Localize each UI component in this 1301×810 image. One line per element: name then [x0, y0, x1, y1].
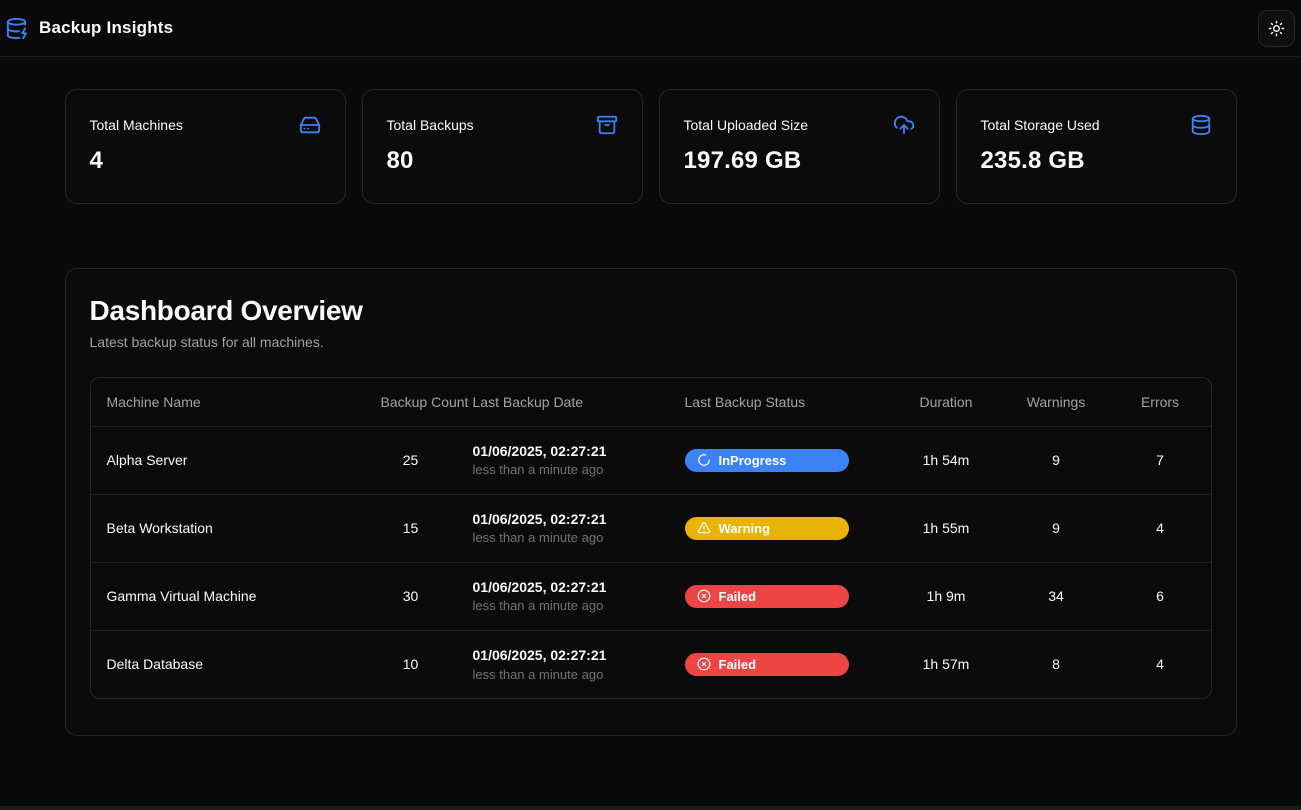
page-subtitle: Latest backup status for all machines. [90, 334, 1212, 350]
status-cell: Failed [669, 630, 889, 698]
circle-x-icon [697, 657, 711, 671]
machine-name-cell: Gamma Virtual Machine [91, 562, 365, 630]
machine-name-cell: Alpha Server [91, 426, 365, 494]
circle-x-icon [697, 589, 711, 603]
status-cell: InProgress [669, 426, 889, 494]
stat-card-total-uploaded-size: Total Uploaded Size 197.69 GB [659, 89, 940, 204]
errors-cell: 4 [1109, 630, 1212, 698]
stat-label: Total Machines [90, 117, 183, 133]
machine-name-cell: Delta Database [91, 630, 365, 698]
brand: Backup Insights [5, 17, 173, 40]
backup-count-cell: 25 [365, 426, 457, 494]
hard-drive-icon [299, 114, 321, 136]
column-header-backup-count: Backup Count [365, 378, 457, 426]
page-title: Dashboard Overview [90, 295, 1212, 327]
table-row: Beta Workstation 15 01/06/2025, 02:27:21… [91, 494, 1212, 562]
dashboard-overview-card: Dashboard Overview Latest backup status … [65, 268, 1237, 736]
duration-cell: 1h 55m [889, 494, 1004, 562]
status-badge-label: InProgress [719, 453, 787, 468]
stats-grid: Total Machines 4 Total Backups 80 [65, 89, 1237, 204]
sun-icon [1268, 20, 1285, 37]
backup-date-relative: less than a minute ago [473, 530, 653, 545]
duration-cell: 1h 57m [889, 630, 1004, 698]
stat-card-total-storage-used: Total Storage Used 235.8 GB [956, 89, 1237, 204]
errors-cell: 6 [1109, 562, 1212, 630]
column-header-errors: Errors [1109, 378, 1212, 426]
backup-count-cell: 10 [365, 630, 457, 698]
table-row: Delta Database 10 01/06/2025, 02:27:21 l… [91, 630, 1212, 698]
backup-date: 01/06/2025, 02:27:21 [473, 511, 653, 529]
status-cell: Failed [669, 562, 889, 630]
warnings-cell: 9 [1004, 494, 1109, 562]
backup-date: 01/06/2025, 02:27:21 [473, 579, 653, 597]
backup-date-relative: less than a minute ago [473, 667, 653, 682]
column-header-last-backup-status: Last Backup Status [669, 378, 889, 426]
status-badge: Failed [685, 653, 849, 676]
last-backup-date-cell: 01/06/2025, 02:27:21 less than a minute … [457, 630, 669, 698]
stat-value: 235.8 GB [981, 147, 1212, 175]
stat-label: Total Storage Used [981, 117, 1100, 133]
database-icon [1190, 114, 1212, 136]
status-cell: Warning [669, 494, 889, 562]
backup-date-relative: less than a minute ago [473, 462, 653, 477]
machine-name-cell: Beta Workstation [91, 494, 365, 562]
theme-toggle-button[interactable] [1258, 10, 1295, 47]
archive-icon [596, 114, 618, 136]
cloud-upload-icon [893, 114, 915, 136]
app-title: Backup Insights [39, 18, 173, 38]
table-header-row: Machine Name Backup Count Last Backup Da… [91, 378, 1212, 426]
duration-cell: 1h 54m [889, 426, 1004, 494]
backup-count-cell: 15 [365, 494, 457, 562]
status-badge-label: Warning [719, 521, 771, 536]
column-header-machine-name: Machine Name [91, 378, 365, 426]
database-zap-icon [5, 17, 28, 40]
warnings-cell: 8 [1004, 630, 1109, 698]
backup-date: 01/06/2025, 02:27:21 [473, 443, 653, 461]
errors-cell: 7 [1109, 426, 1212, 494]
errors-cell: 4 [1109, 494, 1212, 562]
last-backup-date-cell: 01/06/2025, 02:27:21 less than a minute … [457, 426, 669, 494]
spinner-icon [697, 453, 711, 467]
stat-value: 197.69 GB [684, 147, 915, 175]
main-content: Total Machines 4 Total Backups 80 [65, 57, 1237, 736]
warnings-cell: 34 [1004, 562, 1109, 630]
backup-count-cell: 30 [365, 562, 457, 630]
table-row: Gamma Virtual Machine 30 01/06/2025, 02:… [91, 562, 1212, 630]
column-header-last-backup-date: Last Backup Date [457, 378, 669, 426]
status-badge: Warning [685, 517, 849, 540]
stat-value: 4 [90, 147, 321, 175]
alert-triangle-icon [697, 521, 711, 535]
stat-card-total-backups: Total Backups 80 [362, 89, 643, 204]
status-badge: InProgress [685, 449, 849, 472]
last-backup-date-cell: 01/06/2025, 02:27:21 less than a minute … [457, 494, 669, 562]
backup-date-relative: less than a minute ago [473, 598, 653, 613]
column-header-duration: Duration [889, 378, 1004, 426]
backup-status-table: Machine Name Backup Count Last Backup Da… [90, 377, 1212, 699]
table-row: Alpha Server 25 01/06/2025, 02:27:21 les… [91, 426, 1212, 494]
stat-value: 80 [387, 147, 618, 175]
status-badge-label: Failed [719, 657, 757, 672]
stat-label: Total Uploaded Size [684, 117, 809, 133]
duration-cell: 1h 9m [889, 562, 1004, 630]
horizontal-scrollbar[interactable] [0, 806, 1301, 810]
status-badge: Failed [685, 585, 849, 608]
app-header: Backup Insights [0, 0, 1301, 57]
last-backup-date-cell: 01/06/2025, 02:27:21 less than a minute … [457, 562, 669, 630]
column-header-warnings: Warnings [1004, 378, 1109, 426]
warnings-cell: 9 [1004, 426, 1109, 494]
backup-date: 01/06/2025, 02:27:21 [473, 647, 653, 665]
status-badge-label: Failed [719, 589, 757, 604]
stat-label: Total Backups [387, 117, 474, 133]
stat-card-total-machines: Total Machines 4 [65, 89, 346, 204]
